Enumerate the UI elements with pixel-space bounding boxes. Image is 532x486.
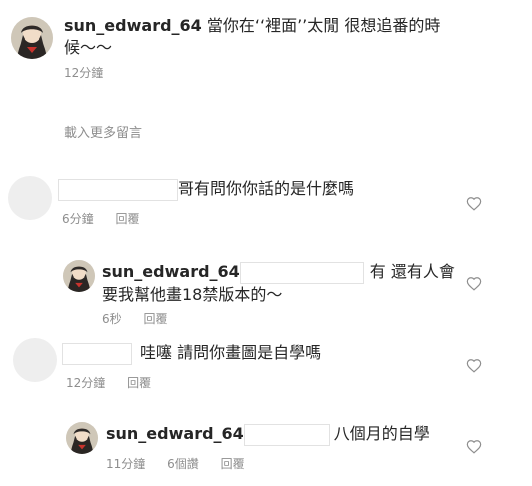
anime-avatar-icon [66, 422, 98, 454]
redacted-text [239, 261, 364, 284]
heart-outline-icon[interactable] [466, 358, 482, 373]
redacted-username [58, 178, 178, 201]
anime-avatar-icon [11, 17, 53, 59]
comment-text-line1: 當你在‘‘裡面’’太閒 很想追番的時 [206, 16, 441, 35]
comment-text-line2: 候～～ [64, 38, 113, 57]
reply-body: sun_edward_64 八個月的自學 [106, 423, 466, 446]
reply-button[interactable]: 回覆 [115, 212, 139, 226]
reply-time: 11分鐘 [106, 457, 146, 471]
reply-meta: 11分鐘 6個讚 回覆 [106, 455, 263, 472]
reply-meta: 6秒 回覆 [102, 310, 185, 327]
avatar[interactable] [13, 338, 57, 382]
reply-button[interactable]: 回覆 [143, 312, 167, 326]
likes-count[interactable]: 6個讚 [167, 457, 199, 471]
comment-text: 哥有問你你話的是什麼嗎 [178, 179, 355, 198]
avatar[interactable] [63, 260, 95, 292]
heart-outline-icon[interactable] [466, 439, 482, 454]
comment-meta: 6分鐘 回覆 [62, 210, 157, 227]
load-more-comments-link[interactable]: 載入更多留言 [64, 122, 142, 141]
heart-outline-icon[interactable] [466, 196, 482, 211]
avatar[interactable] [11, 17, 53, 59]
reply-time: 6秒 [102, 312, 122, 326]
comment-text: 哇噻 請問你畫圖是自學嗎 [140, 343, 322, 362]
avatar[interactable] [66, 422, 98, 454]
heart-outline-icon[interactable] [466, 276, 482, 291]
anime-avatar-icon [63, 260, 95, 292]
comment-body: 哥有問你你話的是什麼嗎 [58, 178, 478, 201]
reply-text-line2: 要我幫他畫18禁版本的～ [102, 284, 283, 304]
reply-username[interactable]: sun_edward_64 [106, 424, 244, 443]
reply-text-line1: 八個月的自學 [333, 424, 430, 443]
reply-button[interactable]: 回覆 [221, 457, 245, 471]
reply-body: sun_edward_64 有 還有人會 要我幫他畫18禁版本的～ [102, 261, 462, 306]
avatar[interactable] [8, 176, 52, 220]
reply-button[interactable]: 回覆 [127, 376, 151, 390]
comment-body: 哇噻 請問你畫圖是自學嗎 [62, 342, 482, 365]
comment-time: 12分鐘 [64, 66, 104, 80]
redacted-username [62, 342, 132, 365]
comment-body: sun_edward_64 當你在‘‘裡面’’太閒 很想追番的時 候～～ [64, 15, 504, 59]
comment-time: 12分鐘 [66, 376, 106, 390]
comment-username[interactable]: sun_edward_64 [64, 16, 202, 35]
comment-meta: 12分鐘 [64, 64, 121, 81]
reply-text-line1: 有 還有人會 [369, 262, 455, 281]
reply-username[interactable]: sun_edward_64 [102, 262, 240, 281]
comment-meta: 12分鐘 回覆 [66, 374, 169, 391]
comment-time: 6分鐘 [62, 212, 94, 226]
redacted-text [243, 423, 330, 446]
